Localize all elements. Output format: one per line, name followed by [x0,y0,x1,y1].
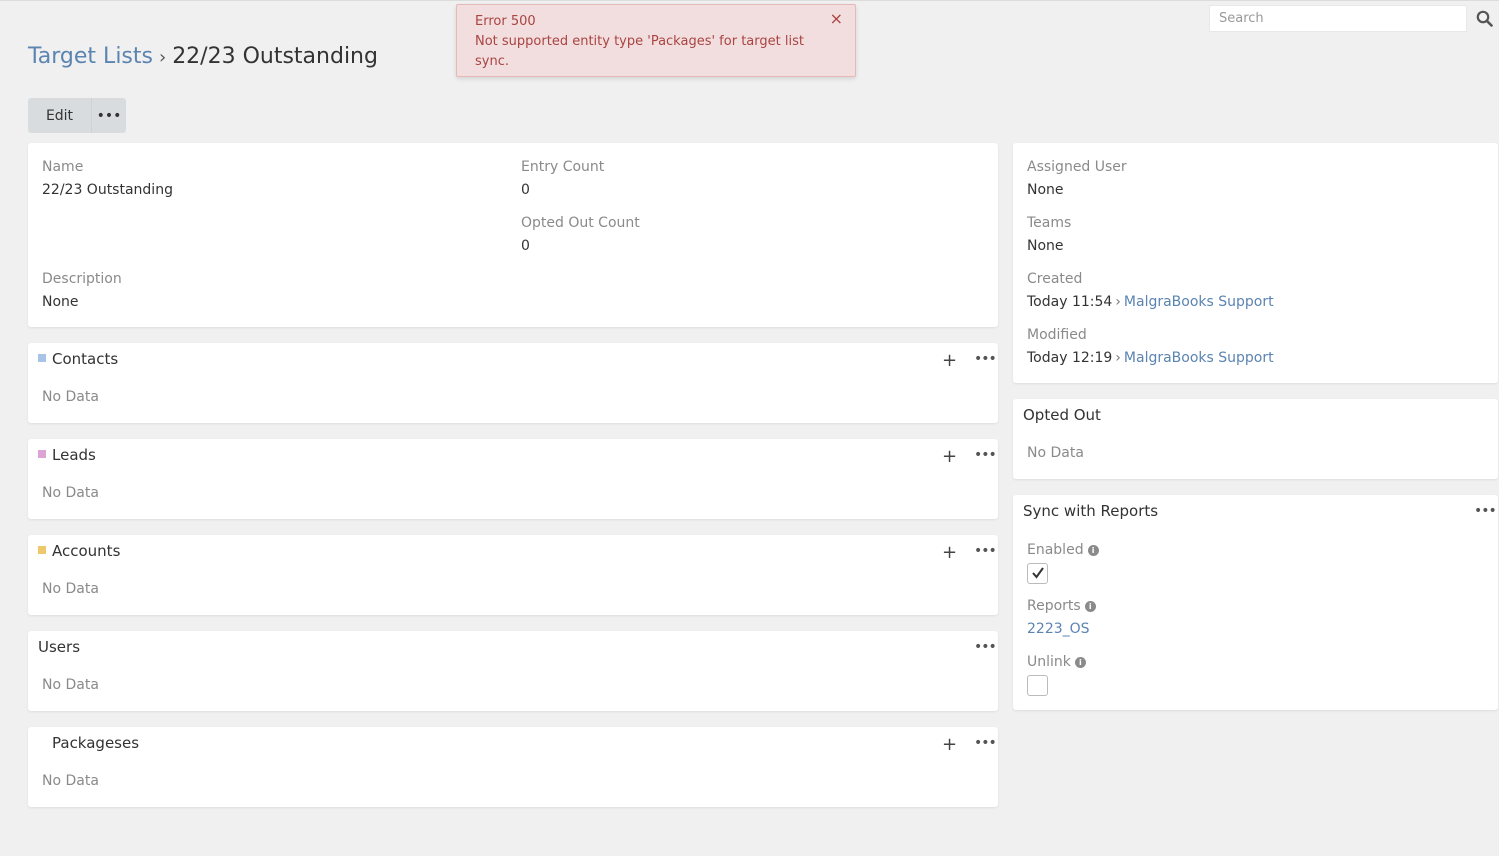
checkmark-icon [1032,567,1044,579]
accounts-color-indicator [38,546,46,554]
contacts-panel-title: Contacts [52,350,119,368]
description-value: None [42,294,79,310]
error-title: Error 500 [475,14,536,29]
info-icon[interactable]: i [1074,657,1086,668]
unlink-label: Unlink i [1027,654,1086,670]
page-title: 22/23 Outstanding [172,44,378,69]
entry-count-label: Entry Count [521,159,605,175]
action-button-group: Edit ••• [28,98,126,133]
modified-time: Today 12:19 [1027,350,1113,366]
contacts-panel: Contacts + ••• No Data [28,343,998,423]
enabled-checkbox[interactable] [1027,563,1048,584]
top-border [0,0,1499,3]
breadcrumb-target-lists-link[interactable]: Target Lists [28,44,153,69]
leads-panel: Leads + ••• No Data [28,439,998,519]
search-box [1209,5,1467,32]
accounts-add-button[interactable]: + [942,544,957,562]
accounts-more-button[interactable]: ••• [974,542,997,560]
assigned-user-value: None [1027,182,1064,198]
created-label: Created [1027,271,1083,287]
leads-no-data: No Data [42,485,99,501]
breadcrumb-separator: › [158,47,167,68]
created-time: Today 11:54 [1027,294,1113,310]
packageses-no-data: No Data [42,773,99,789]
opted-out-no-data: No Data [1027,445,1084,461]
accounts-panel-title: Accounts [52,542,121,560]
packageses-add-button[interactable]: + [942,736,957,754]
users-panel: Users ••• No Data [28,631,998,711]
reports-link[interactable]: 2223_OS [1027,621,1090,637]
teams-label: Teams [1027,215,1072,231]
modified-value: Today 12:19 › MalgraBooks Support [1027,350,1274,366]
opted-out-count-value: 0 [521,238,530,254]
breadcrumb: Target Lists › 22/23 Outstanding [28,44,378,69]
description-label: Description [42,271,122,287]
contacts-add-button[interactable]: + [942,352,957,370]
side-info-panel: Assigned User None Teams None Created To… [1013,143,1498,383]
overview-panel: Name 22/23 Outstanding Entry Count 0 Opt… [28,143,998,327]
close-icon[interactable]: × [830,11,843,27]
created-arrow: › [1115,294,1121,310]
leads-more-button[interactable]: ••• [974,446,997,464]
unlink-label-text: Unlink [1027,654,1071,670]
contacts-no-data: No Data [42,389,99,405]
sync-reports-panel-title: Sync with Reports [1023,502,1159,520]
leads-color-indicator [38,450,46,458]
modified-arrow: › [1115,350,1121,366]
modified-label: Modified [1027,327,1087,343]
reports-label-text: Reports [1027,598,1081,614]
enabled-label: Enabled i [1027,542,1099,558]
leads-add-button[interactable]: + [942,448,957,466]
reports-label: Reports i [1027,598,1096,614]
opted-out-count-label: Opted Out Count [521,215,640,231]
enabled-label-text: Enabled [1027,542,1084,558]
info-icon[interactable]: i [1087,545,1099,556]
packageses-panel: Packageses + ••• No Data [28,727,998,807]
created-by-link[interactable]: MalgraBooks Support [1124,294,1274,310]
error-message: Not supported entity type 'Packages' for… [475,34,804,69]
name-value: 22/23 Outstanding [42,182,173,198]
entry-count-value: 0 [521,182,530,198]
search-icon[interactable] [1476,10,1493,27]
edit-button[interactable]: Edit [28,98,92,133]
more-actions-button[interactable]: ••• [92,98,126,133]
contacts-more-button[interactable]: ••• [974,350,997,368]
accounts-no-data: No Data [42,581,99,597]
leads-panel-title: Leads [52,446,96,464]
name-label: Name [42,159,84,175]
contacts-color-indicator [38,354,46,362]
sync-reports-panel: Sync with Reports ••• Enabled i Reports i … [1013,495,1498,710]
packageses-more-button[interactable]: ••• [974,734,997,752]
teams-value: None [1027,238,1064,254]
info-icon[interactable]: i [1084,601,1096,612]
users-more-button[interactable]: ••• [974,638,997,656]
opted-out-panel: Opted Out No Data [1013,399,1498,479]
accounts-panel: Accounts + ••• No Data [28,535,998,615]
packageses-panel-title: Packageses [52,734,140,752]
error-toast: × Error 500 Not supported entity type 'P… [456,4,856,77]
search-input[interactable] [1209,5,1467,32]
opted-out-panel-title: Opted Out [1023,406,1101,424]
users-no-data: No Data [42,677,99,693]
created-value: Today 11:54 › MalgraBooks Support [1027,294,1274,310]
sync-reports-more-button[interactable]: ••• [1474,502,1497,520]
users-panel-title: Users [38,638,81,656]
assigned-user-label: Assigned User [1027,159,1127,175]
modified-by-link[interactable]: MalgraBooks Support [1124,350,1274,366]
unlink-checkbox[interactable] [1027,675,1048,696]
